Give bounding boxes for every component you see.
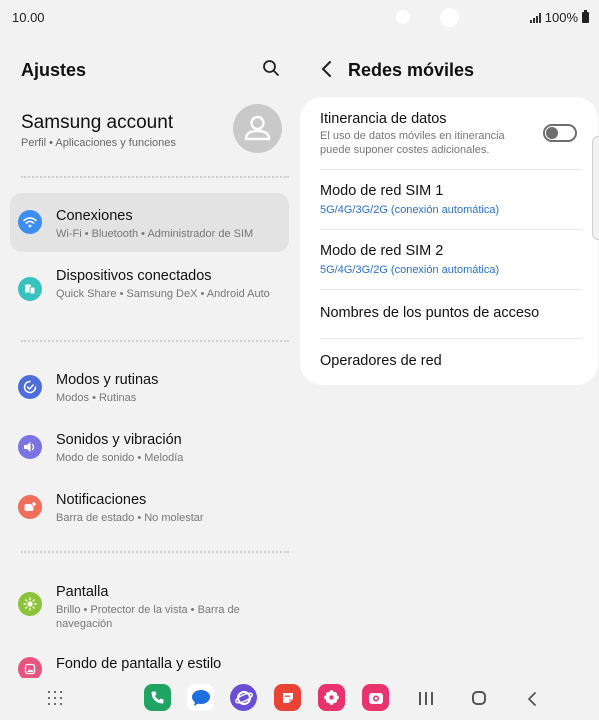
display-icon (18, 592, 42, 616)
wifi-icon (18, 210, 42, 234)
menu-item-title: Fondo de pantalla y estilo (56, 656, 222, 672)
back-button[interactable] (526, 691, 538, 707)
menu-item-dispositivos-conectados[interactable]: Dispositivos conectados Quick Share • Sa… (10, 260, 289, 320)
menu-item-title: Notificaciones (56, 492, 147, 508)
status-indicators: 100% (529, 10, 589, 25)
notes-app-icon[interactable] (274, 684, 301, 711)
battery-icon (582, 10, 589, 23)
row-subtitle: 5G/4G/3G/2G (conexión automática) (320, 204, 500, 216)
apps-grid-icon[interactable] (48, 691, 62, 705)
camera-cutout-icon (396, 10, 410, 24)
edge-panel-handle[interactable] (592, 136, 599, 240)
person-icon (244, 115, 271, 141)
row-title: Modo de red SIM 1 (320, 183, 444, 199)
menu-item-modos-rutinas[interactable]: Modos y rutinas Modos • Rutinas (10, 360, 289, 415)
modes-routines-icon (18, 375, 42, 399)
toggle-knob (546, 127, 558, 139)
network-operators-row[interactable]: Operadores de red (300, 339, 598, 385)
section-divider (21, 176, 289, 178)
recent-apps-button[interactable] (419, 692, 433, 705)
menu-item-subtitle: Barra de estado • No molestar (56, 512, 204, 524)
samsung-account-item[interactable]: Samsung account Perfil • Aplicaciones y … (0, 100, 300, 160)
network-mode-sim2-row[interactable]: Modo de red SIM 2 5G/4G/3G/2G (conexión … (300, 230, 598, 289)
menu-item-notificaciones[interactable]: Notificaciones Barra de estado • No mole… (10, 480, 289, 535)
menu-item-subtitle: Brillo • Protector de la vista • Barra d… (56, 604, 240, 630)
menu-item-fondo-pantalla[interactable]: Fondo de pantalla y estilo (10, 646, 289, 678)
data-roaming-toggle[interactable] (543, 124, 577, 142)
page-title: Redes móviles (348, 60, 475, 80)
home-button[interactable] (472, 691, 486, 705)
status-bar: 10.00 100% (0, 0, 599, 34)
network-mode-sim1-row[interactable]: Modo de red SIM 1 5G/4G/3G/2G (conexión … (300, 170, 598, 229)
menu-item-subtitle: Modos • Rutinas (56, 392, 137, 404)
row-title: Operadores de red (320, 353, 442, 369)
phone-app-icon[interactable] (144, 684, 171, 711)
gallery-app-icon[interactable] (318, 684, 345, 711)
menu-item-sonidos-vibracion[interactable]: Sonidos y vibración Modo de sonido • Mel… (10, 420, 289, 475)
status-time: 10.00 (12, 10, 45, 25)
menu-item-subtitle: Quick Share • Samsung DeX • Android Auto (56, 288, 270, 300)
menu-item-title: Conexiones (56, 208, 133, 224)
avatar[interactable] (233, 104, 282, 153)
row-title: Modo de red SIM 2 (320, 243, 444, 259)
row-title: Nombres de los puntos de acceso (320, 305, 540, 321)
section-divider (21, 551, 289, 553)
menu-item-subtitle: Modo de sonido • Melodía (56, 452, 184, 464)
account-name: Samsung account (21, 112, 174, 133)
menu-item-title: Sonidos y vibración (56, 432, 182, 448)
settings-title: Ajustes (21, 60, 87, 80)
back-arrow-icon[interactable] (320, 60, 334, 78)
mobile-networks-header: Redes móviles (300, 34, 599, 94)
signal-icon (529, 12, 541, 23)
search-icon[interactable] (262, 59, 280, 77)
battery-percent: 100% (544, 10, 578, 25)
account-subtitle: Perfil • Aplicaciones y funciones (21, 137, 176, 149)
camera-app-icon[interactable] (362, 684, 389, 711)
section-divider (21, 340, 289, 342)
wallpaper-icon (18, 657, 42, 678)
row-subtitle: El uso de datos móviles en itinerancia p… (320, 130, 505, 156)
access-point-names-row[interactable]: Nombres de los puntos de acceso (300, 290, 598, 338)
camera-cutout-icon (440, 8, 459, 27)
menu-item-subtitle: Wi-Fi • Bluetooth • Administrador de SIM (56, 228, 254, 240)
menu-item-title: Modos y rutinas (56, 372, 159, 388)
internet-app-icon[interactable] (230, 684, 257, 711)
menu-item-title: Pantalla (56, 584, 109, 600)
menu-item-title: Dispositivos conectados (56, 268, 212, 284)
taskbar (0, 678, 599, 720)
data-roaming-row[interactable]: Itinerancia de datos El uso de datos móv… (300, 97, 598, 169)
sound-icon (18, 435, 42, 459)
notifications-icon (18, 495, 42, 519)
messages-app-icon[interactable] (187, 684, 214, 711)
row-title: Itinerancia de datos (320, 111, 447, 127)
settings-pane: Ajustes Samsung account Perfil • Aplicac… (0, 34, 300, 678)
menu-item-pantalla[interactable]: Pantalla Brillo • Protector de la vista … (10, 572, 289, 632)
row-subtitle: 5G/4G/3G/2G (conexión automática) (320, 264, 500, 276)
mobile-networks-card: Itinerancia de datos El uso de datos móv… (300, 97, 598, 385)
connected-devices-icon (18, 277, 42, 301)
menu-item-conexiones[interactable]: Conexiones Wi-Fi • Bluetooth • Administr… (10, 193, 289, 252)
